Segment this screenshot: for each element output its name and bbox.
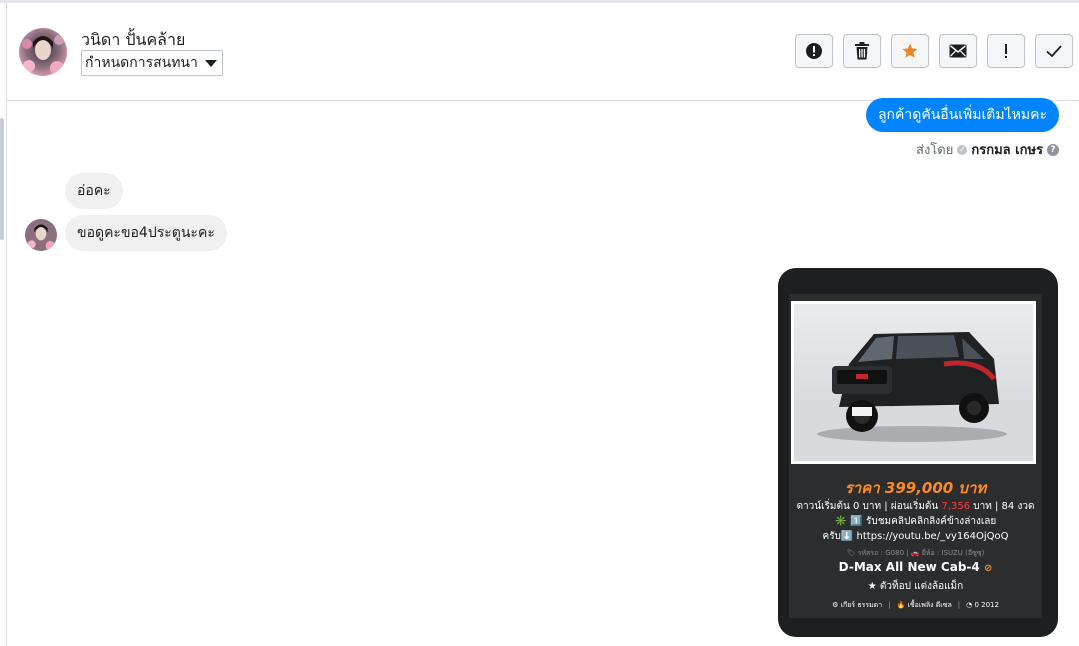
trash-icon — [855, 42, 869, 60]
chevron-down-icon — [204, 60, 217, 67]
outgoing-message[interactable]: ลูกค้าดูคันอื่นเพิ่มเติมไหมคะ — [865, 98, 1059, 132]
envelope-icon — [949, 44, 967, 58]
tagline: ★ ตัวท็อป แต่งล้อแม็ก — [867, 581, 964, 592]
sent-by-info: ส่งโดย ✓ กรกมล เกษร ? — [916, 139, 1059, 160]
label-select-value: กำหนดการสนทนา — [85, 55, 198, 71]
verified-icon: ✓ — [957, 144, 968, 155]
down-suffix: บาท | 84 งวด — [970, 501, 1035, 512]
check-icon — [1046, 45, 1062, 58]
done-button[interactable] — [1035, 34, 1073, 68]
model-name: D-Max All New Cab-4 ⊘ — [789, 560, 1042, 574]
important-button[interactable] — [987, 34, 1025, 68]
year-spec: ◔ 0 2012 — [966, 601, 999, 609]
incoming-message[interactable]: อ่อคะ — [65, 173, 123, 209]
scrollbar-thumb[interactable] — [0, 118, 4, 240]
spec-row: ⚙ เกียร์ ธรรมดา | 🔥 เชื้อเพลิง ดีเซล | ◔ 0 2… — [789, 600, 1042, 611]
incoming-message[interactable]: ขอดูคะขอ4ประตูนะคะ — [65, 215, 227, 251]
link-line: ครับ⬇️ https://youtu.be/_vy164OjQoQ — [822, 531, 1009, 542]
sent-by-prefix: ส่งโดย — [916, 143, 954, 158]
separator: | — [957, 601, 961, 609]
separator: | — [888, 601, 891, 609]
car-listing-image[interactable]: ราคา 399,000 บาท ดาวน์เริ่มต้น 0 บาท | ผ… — [778, 268, 1058, 637]
price-text: ราคา 399,000 บาท — [844, 479, 987, 497]
clip-line: ✳️ 1️⃣ รับชมคลิปคลิกลิงค์ข้างล่างเลย — [834, 516, 997, 527]
contact-avatar[interactable] — [19, 28, 67, 76]
star-button[interactable] — [891, 34, 929, 68]
meta-line: 🏷 รหัสรถ : G080 | 🚗 ยี่ห้อ : ISUZU (อีซู… — [846, 549, 985, 557]
fuel-spec: 🔥 เชื้อเพลิง ดีเซล — [896, 601, 952, 609]
down-prefix: ดาวน์เริ่มต้น 0 บาท | ผ่อนเริ่มต้น — [796, 501, 942, 512]
exclamation-circle-icon — [806, 43, 822, 59]
mail-button[interactable] — [939, 34, 977, 68]
help-icon[interactable]: ? — [1047, 143, 1059, 156]
listing-panel: ราคา 399,000 บาท ดาวน์เริ่มต้น 0 บาท | ผ… — [789, 294, 1042, 618]
conversation-label-select[interactable]: กำหนดการสนทนา — [81, 50, 223, 76]
sent-by-agent: กรกมล เกษร — [971, 143, 1043, 158]
down-payment-line: ดาวน์เริ่มต้น 0 บาท | ผ่อนเริ่มต้น 7,356… — [789, 499, 1042, 514]
exclamation-icon — [1005, 44, 1007, 58]
contact-avatar-small[interactable] — [25, 219, 57, 251]
car-photo — [791, 301, 1036, 464]
verified-check-icon: ⊘ — [983, 563, 993, 574]
conversation-header: วนิดา ปั้นคล้าย กำหนดการสนทนา — [7, 3, 1079, 101]
installment-amount: 7,356 — [941, 501, 971, 512]
star-icon — [902, 43, 918, 58]
mark-spam-button[interactable] — [795, 34, 833, 68]
delete-button[interactable] — [843, 34, 881, 68]
gear-spec: ⚙ เกียร์ ธรรมดา — [832, 601, 883, 609]
model-text: D-Max All New Cab-4 — [838, 560, 980, 574]
